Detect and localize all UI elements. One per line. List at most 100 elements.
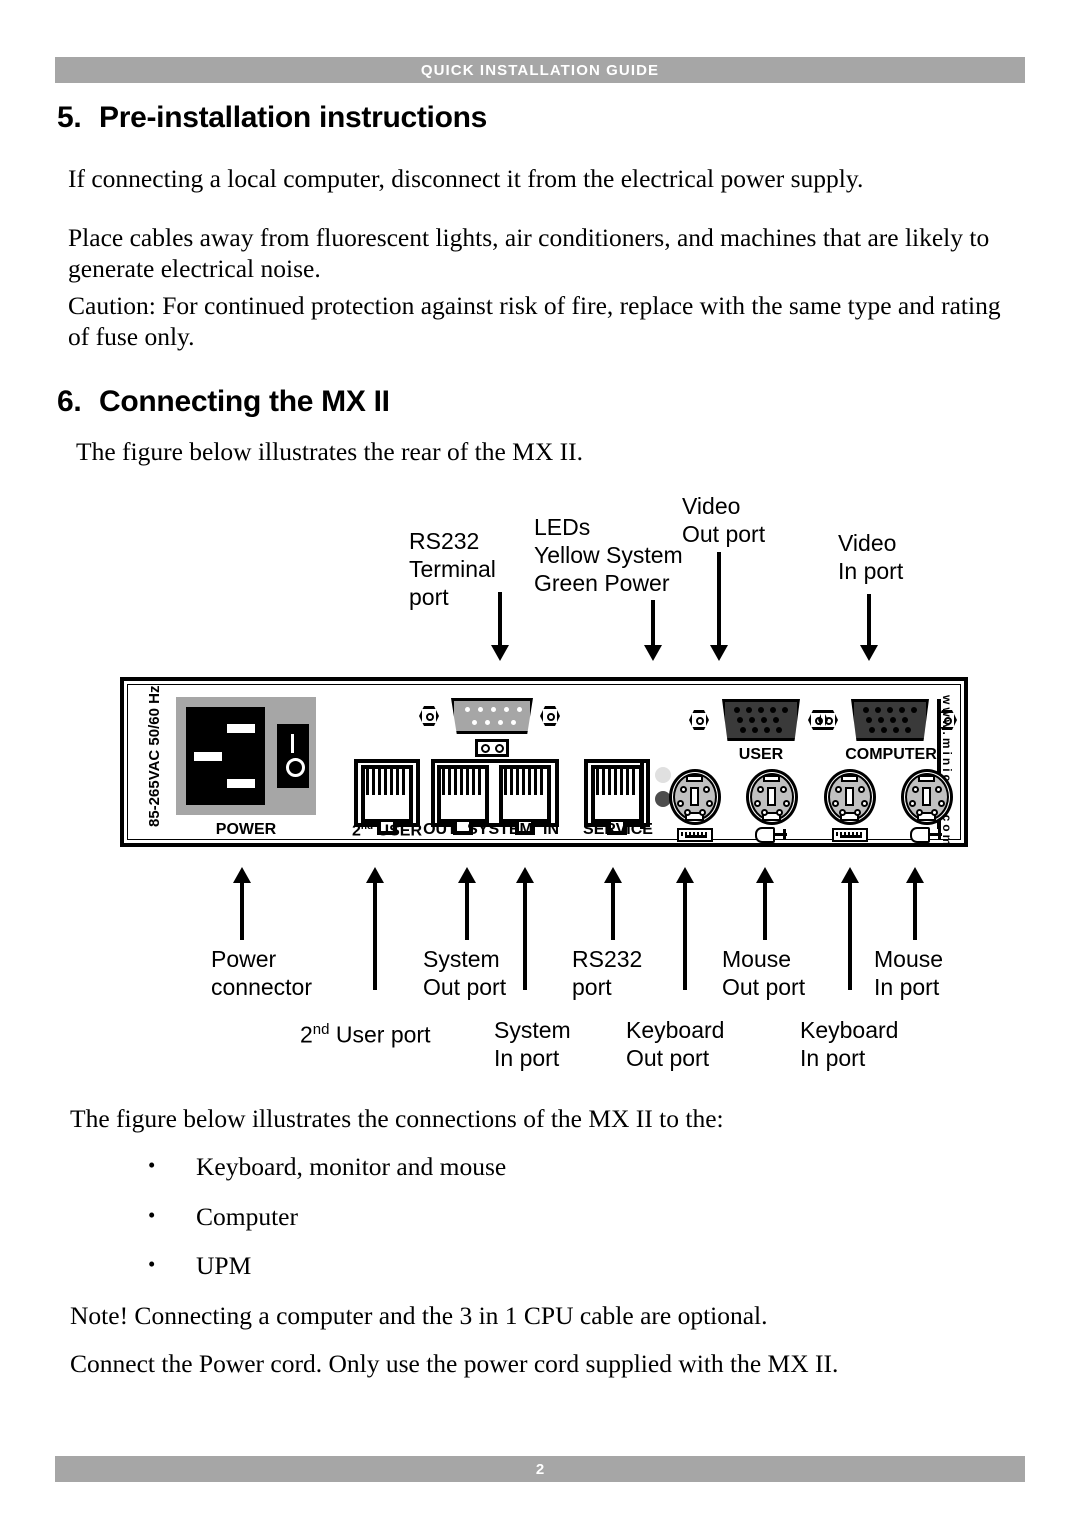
panel-label-in: IN (543, 821, 559, 838)
ps2-mouse-out-connector[interactable] (746, 769, 798, 825)
arrow-up-mouse-out-port (756, 867, 774, 940)
label-part: USER (373, 822, 423, 840)
power-switch-icon[interactable] (277, 724, 309, 788)
section-5-heading: 5. Pre-installation instructions (57, 101, 487, 135)
power-inlet-block (176, 697, 316, 815)
panel-label-service: SERVICE (583, 821, 653, 838)
header-bar: QUICK INSTALLATION GUIDE (55, 57, 1025, 83)
label-sup: nd (312, 1021, 330, 1038)
bullet-dot-icon: • (148, 1153, 156, 1177)
iec-power-inlet-icon (186, 707, 265, 805)
callout-line: connector (211, 974, 313, 1000)
callout-line: Mouse (874, 946, 944, 972)
arrow-up-system-in-port (516, 867, 534, 990)
device-rear-panel: 85-265VAC 50/60 Hz www.minicom.com POWER… (120, 677, 968, 848)
callout-video-out-port: Video Out port (682, 492, 765, 548)
callout-keyboard-out-port: Keyboard Out port (626, 1016, 724, 1072)
label-part: 2 (300, 1021, 313, 1048)
callout-line: Out port (682, 521, 766, 547)
bullet-dot-icon: • (148, 1203, 156, 1227)
ps2-keyboard-in-connector[interactable] (824, 769, 876, 825)
footer-bar: 2 (55, 1456, 1025, 1482)
callout-line: Keyboard (626, 1017, 725, 1043)
bullet-item-1: • Keyboard, monitor and mouse (148, 1151, 507, 1182)
rj45-jack-system-in[interactable] (499, 765, 551, 835)
arrow-up-2nd-user-port (366, 867, 384, 990)
arrow-down-video-in (860, 594, 878, 661)
section-6-note-1: Note! Connecting a computer and the 3 in… (70, 1301, 768, 1330)
rs232-led-pair-icon (475, 739, 509, 757)
hd15-video-in-connector[interactable] (851, 699, 929, 741)
keyboard-icon-user (677, 828, 713, 842)
callout-line: port (572, 974, 612, 1000)
bullet-label: Keyboard, monitor and mouse (196, 1152, 507, 1181)
db9-rs232-connector[interactable] (451, 698, 533, 734)
callout-line: Keyboard (800, 1017, 899, 1043)
callout-line: port (409, 584, 449, 610)
section-6-number: 6. (57, 385, 82, 418)
section-5-paragraph-1: If connecting a local computer, disconne… (68, 164, 864, 193)
panel-service-divider (640, 763, 644, 829)
arrow-up-power-connector (233, 867, 251, 940)
ps2-keyboard-out-connector[interactable] (669, 769, 721, 825)
panel-label-system: SYSTEM (467, 821, 533, 838)
section-6-after-figure-text: The figure below illustrates the connect… (70, 1104, 724, 1133)
callout-mouse-out-port: Mouse Out port (722, 945, 805, 1001)
callout-2nd-user-port: 2nd User port (300, 1016, 430, 1049)
callout-line: Video (838, 530, 897, 556)
arrow-down-leds (644, 600, 662, 661)
page-number: 2 (535, 1460, 545, 1478)
callout-power-connector: Power connector (211, 945, 312, 1001)
keyboard-icon-computer (832, 828, 868, 842)
header-title: QUICK INSTALLATION GUIDE (420, 61, 660, 79)
callout-line: Power (211, 946, 277, 972)
callout-line: 2nd User port (300, 1021, 431, 1048)
bullet-item-2: • Computer (148, 1201, 298, 1232)
callout-system-in-port: System In port (494, 1016, 571, 1072)
ps2-mouse-in-connector[interactable] (901, 769, 953, 825)
callout-line: LEDs (534, 514, 591, 540)
rj45-jack-system-out[interactable] (437, 765, 489, 835)
label-part: 2 (351, 822, 361, 840)
bullet-dot-icon: • (148, 1252, 156, 1276)
callout-video-in-port: Video In port (838, 529, 903, 585)
mouse-icon-user (755, 827, 789, 843)
callout-leds: LEDs Yellow System Green Power (534, 513, 683, 597)
section-5-title: Pre-installation instructions (99, 101, 488, 134)
rj45-jack-2nd-user[interactable] (361, 765, 413, 835)
arrow-up-mouse-in-port (906, 867, 924, 940)
callout-keyboard-in-port: Keyboard In port (800, 1016, 898, 1072)
panel-label-user: USER (738, 746, 784, 763)
section-5-number: 5. (57, 101, 82, 134)
callout-line: Terminal (409, 556, 496, 582)
callout-line: In port (800, 1045, 866, 1071)
panel-label-power: POWER (215, 821, 277, 838)
callout-line: Out port (423, 974, 507, 1000)
arrow-up-keyboard-out-port (676, 867, 694, 990)
callout-mouse-in-port: Mouse In port (874, 945, 943, 1001)
label-sup: nd (360, 821, 374, 832)
rj45-jack-service[interactable] (591, 765, 643, 835)
callout-line: In port (494, 1045, 560, 1071)
panel-label-out: OUT (423, 821, 457, 838)
callout-line: In port (838, 558, 904, 584)
voltage-rating-label: 85-265VAC 50/60 Hz (146, 685, 163, 827)
callout-line: Green Power (534, 570, 670, 596)
callout-rs232-port: RS232 port (572, 945, 642, 1001)
mouse-icon-computer (910, 827, 944, 843)
callout-line: Out port (722, 974, 806, 1000)
bullet-label: UPM (196, 1251, 252, 1280)
bullet-label: Computer (196, 1202, 298, 1231)
callout-line: In port (874, 974, 940, 1000)
callout-line: Out port (626, 1045, 710, 1071)
section-6-note-2: Connect the Power cord. Only use the pow… (70, 1349, 839, 1378)
callout-line: Video (682, 493, 741, 519)
callout-line: System (423, 946, 500, 972)
callout-line: RS232 (572, 946, 643, 972)
callout-system-out-port: System Out port (423, 945, 506, 1001)
section-5-paragraph-3: Caution: For continued protection agains… (68, 291, 1001, 351)
callout-line: Mouse (722, 946, 792, 972)
section-5-paragraph-2: Place cables away from fluorescent light… (68, 223, 990, 283)
hd15-video-out-connector[interactable] (722, 699, 800, 741)
callout-line: Yellow System (534, 542, 683, 568)
